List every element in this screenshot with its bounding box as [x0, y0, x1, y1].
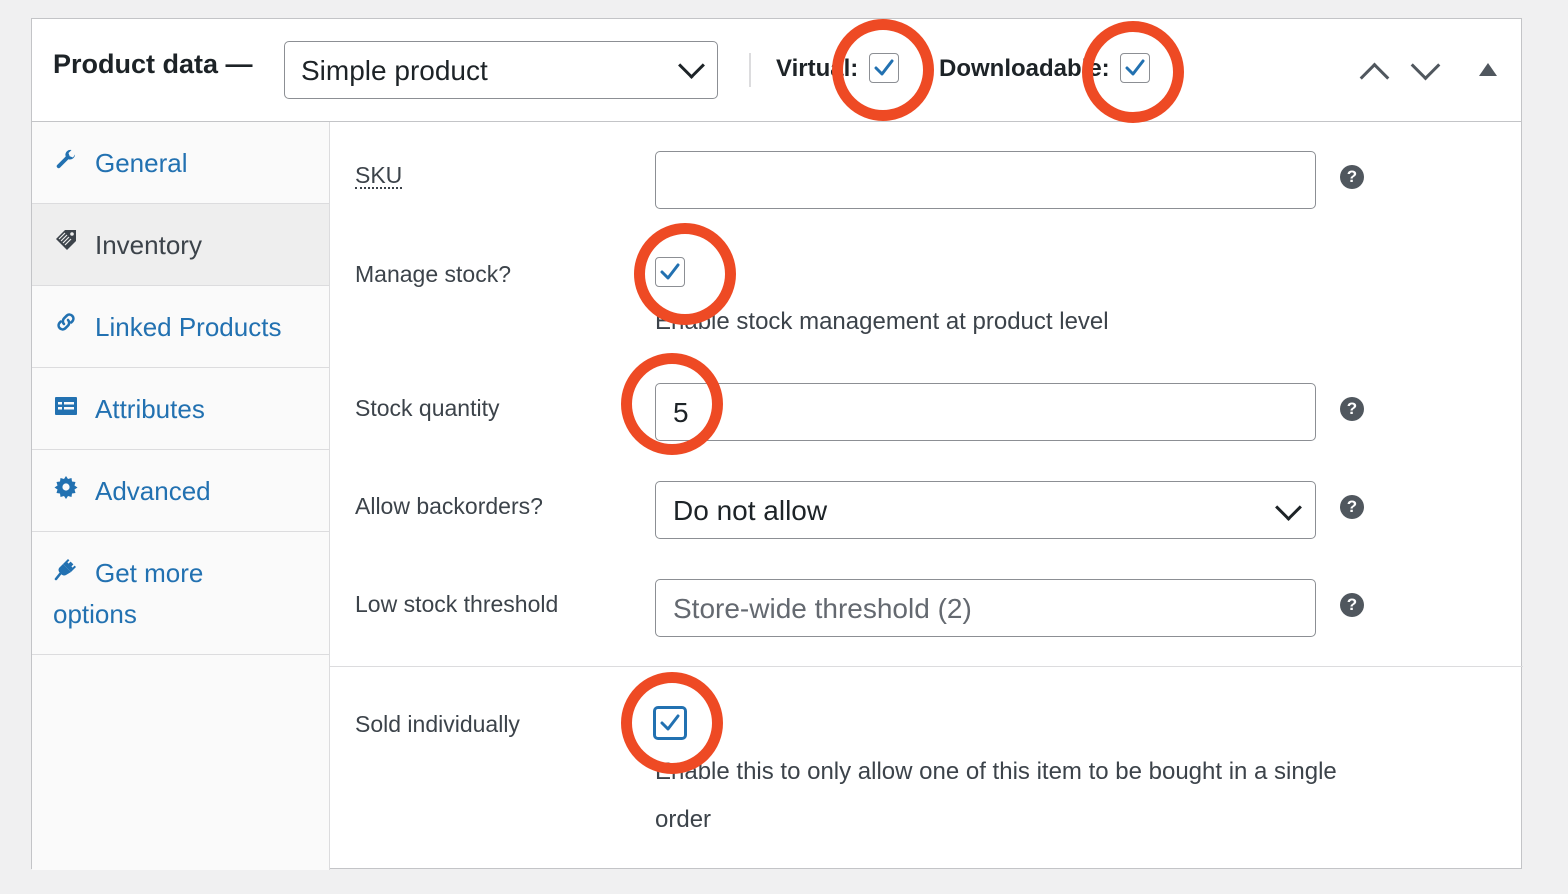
- gear-icon: [54, 476, 78, 499]
- low-stock-label: Low stock threshold: [355, 591, 559, 617]
- tab-label-continued: options: [53, 599, 137, 629]
- downloadable-label: Downloadable:: [939, 55, 1110, 82]
- panel-title: Product data —: [53, 49, 253, 79]
- move-up-icon[interactable]: [1359, 62, 1390, 93]
- product-type-select[interactable]: Simple product: [284, 41, 718, 99]
- tab-general[interactable]: General: [32, 122, 329, 204]
- virtual-checkbox[interactable]: [869, 53, 899, 83]
- tab-attributes[interactable]: Attributes: [32, 368, 329, 450]
- product-data-tabs: General Inventory Linked Products Attrib…: [32, 122, 330, 870]
- move-down-icon[interactable]: [1410, 50, 1441, 81]
- backorders-select[interactable]: Do not allow: [655, 481, 1316, 539]
- tab-label: General: [95, 148, 188, 178]
- sold-individually-description: Enable this to only allow one of this it…: [655, 758, 1337, 785]
- backorders-label: Allow backorders?: [355, 493, 543, 519]
- checkmark-icon: [660, 714, 680, 731]
- collapse-toggle-icon[interactable]: [1479, 63, 1497, 76]
- product-data-header: Product data — Simple product Virtual: D…: [32, 19, 1521, 122]
- sku-input[interactable]: [655, 151, 1316, 209]
- manage-stock-checkbox[interactable]: [655, 257, 685, 287]
- manage-stock-description: Enable stock management at product level: [655, 308, 1109, 335]
- low-stock-placeholder: Store-wide threshold (2): [673, 593, 972, 624]
- tab-label: Linked Products: [95, 312, 282, 342]
- product-type-value: Simple product: [301, 55, 488, 86]
- tab-label: Advanced: [95, 476, 211, 506]
- checkmark-icon: [1125, 59, 1145, 76]
- stock-quantity-label: Stock quantity: [355, 395, 500, 421]
- sku-label: SKU: [355, 162, 403, 189]
- tab-label: Get more: [95, 558, 204, 588]
- virtual-label: Virtual:: [776, 55, 859, 82]
- tag-icon: [56, 230, 76, 250]
- manage-stock-label: Manage stock?: [355, 261, 511, 287]
- stock-quantity-value: 5: [673, 397, 689, 428]
- low-stock-help-icon[interactable]: ?: [1340, 593, 1364, 617]
- section-divider: [330, 666, 1523, 667]
- backorders-help-icon[interactable]: ?: [1340, 495, 1364, 519]
- low-stock-input[interactable]: Store-wide threshold (2): [655, 579, 1316, 637]
- tab-linked-products[interactable]: Linked Products: [32, 286, 329, 368]
- sku-help-icon[interactable]: ?: [1340, 165, 1364, 189]
- tab-inventory[interactable]: Inventory: [32, 204, 329, 286]
- link-icon: [57, 313, 75, 331]
- list-icon: [55, 397, 77, 415]
- chevron-down-icon: [678, 52, 705, 79]
- sold-individually-description-continued: order: [655, 806, 712, 833]
- tab-get-more-options[interactable]: Get more options: [32, 532, 329, 655]
- stock-quantity-help-icon[interactable]: ?: [1340, 397, 1364, 421]
- sold-individually-checkbox[interactable]: [653, 706, 687, 740]
- sold-individually-label: Sold individually: [355, 711, 520, 737]
- plugin-icon: [54, 559, 76, 581]
- tab-label: Attributes: [95, 394, 205, 424]
- wrench-icon: [56, 149, 75, 169]
- downloadable-checkbox[interactable]: [1120, 53, 1150, 83]
- product-data-panel: Product data — Simple product Virtual: D…: [31, 18, 1523, 870]
- checkmark-icon: [874, 59, 894, 76]
- tab-label: Inventory: [95, 230, 202, 260]
- backorders-value: Do not allow: [673, 495, 828, 526]
- checkmark-icon: [660, 263, 680, 280]
- chevron-down-icon: [1275, 494, 1302, 521]
- stock-quantity-input[interactable]: 5: [655, 383, 1316, 441]
- tab-advanced[interactable]: Advanced: [32, 450, 329, 532]
- header-divider: [749, 53, 751, 87]
